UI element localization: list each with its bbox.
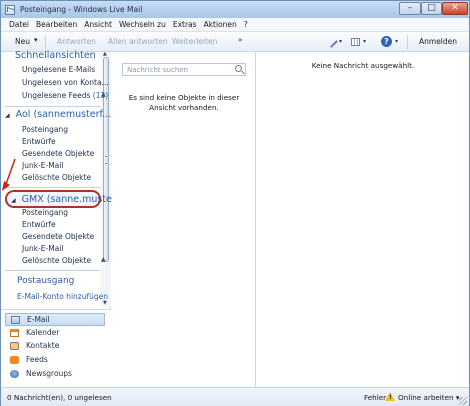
menu-bar: Datei Bearbeiten Ansicht Wechseln zu Ext… (1, 18, 469, 32)
forward-button[interactable]: Weiterleiten (172, 37, 217, 46)
reading-pane: Keine Nachricht ausgewählt. (257, 52, 469, 387)
menu-ansicht[interactable]: Ansicht (84, 20, 112, 29)
newsgroups-icon (10, 370, 19, 378)
quick-views-header[interactable]: Schnellansichten (15, 50, 96, 61)
menu-wechseln-zu[interactable]: Wechseln zu (119, 20, 166, 29)
nav-email-label: E-Mail (27, 315, 50, 324)
errors-link[interactable]: Fehler (364, 393, 386, 402)
calendar-icon (10, 329, 19, 337)
group-divider (5, 106, 101, 107)
view-grid-icon[interactable] (351, 38, 360, 46)
nav-email[interactable]: E-Mail (5, 313, 105, 326)
sidebar-item-aol-deleted[interactable]: Gelöschte Objekte (22, 173, 91, 182)
nav-contacts[interactable]: Kontakte (5, 340, 105, 353)
quick-views-title: Schnellansichten (15, 50, 96, 61)
reply-button[interactable]: Antworten (57, 37, 96, 46)
nav-calendar-label: Kalender (26, 328, 60, 337)
nav-contacts-label: Kontakte (26, 341, 60, 350)
help-dropdown-icon[interactable]: ▾ (395, 38, 398, 45)
sidebar-item-aol-sent[interactable]: Gesendete Objekte (22, 149, 94, 158)
work-online-toggle[interactable]: Online arbeiten ▾ (398, 393, 460, 402)
no-message-selected: Keine Nachricht ausgewählt. (311, 61, 415, 70)
title-bar[interactable]: Posteingang - Windows Live Mail – □ ✕ (1, 1, 469, 18)
sidebar-item-unread-contacts[interactable]: Ungelesen von Konta... (22, 78, 109, 87)
search-input[interactable]: Nachricht suchen (122, 63, 246, 76)
window-title: Posteingang - Windows Live Mail (20, 5, 143, 14)
nav-newsgroups-label: Newsgroups (26, 369, 72, 378)
nav-feeds-label: Feeds (26, 355, 48, 364)
mail-app-icon (5, 4, 15, 15)
pen-dropdown-icon[interactable]: ▾ (339, 38, 342, 45)
pen-icon[interactable] (325, 35, 338, 48)
signin-button[interactable]: Anmelden (419, 37, 457, 46)
sidebar-item-gmx-deleted[interactable]: Gelöschte Objekte (22, 256, 91, 265)
group-divider (5, 187, 101, 188)
message-count-status: 0 Nachricht(en), 0 ungelesen (7, 393, 112, 402)
contacts-icon (10, 342, 19, 350)
menu-datei[interactable]: Datei (9, 20, 29, 29)
aol-account-header[interactable]: ◢ Aol (sannemusterf... (5, 109, 111, 120)
close-button[interactable]: ✕ (442, 2, 468, 15)
sidebar-item-gmx-inbox[interactable]: Posteingang (22, 208, 68, 217)
menu-bearbeiten[interactable]: Bearbeiten (36, 20, 77, 29)
empty-list-message: Es sind keine Objekte in dieser Ansicht … (128, 93, 240, 112)
menu-help[interactable]: ? (244, 20, 248, 29)
toolbar: Neu ▾ Antworten Allen antworten Weiterle… (1, 32, 469, 52)
resize-grip-icon[interactable] (459, 397, 467, 405)
sidebar-item-gmx-drafts[interactable]: Entwürfe (22, 220, 56, 229)
app-window: Posteingang - Windows Live Mail – □ ✕ Da… (0, 0, 470, 406)
sidebar-item-unread-feeds[interactable]: Ungelesene Feeds (13) (22, 91, 108, 100)
nav-calendar[interactable]: Kalender (5, 327, 105, 340)
sidebar-item-outbox[interactable]: Postausgang (17, 276, 74, 286)
section-chevron-icon[interactable]: ▲ (101, 256, 106, 263)
section-chevron-icon[interactable]: ▲ (101, 91, 106, 98)
folder-sidebar: ▲ ▼ Schnellansichten Ungelesene E-Mails … (1, 50, 121, 387)
group-divider (5, 270, 101, 271)
toolbar-separator (407, 35, 408, 49)
bottom-navigation: E-Mail Kalender Kontakte Feeds Newsgroup… (1, 309, 111, 387)
minimize-button[interactable]: – (399, 2, 421, 15)
work-online-label: Online arbeiten (398, 393, 454, 402)
aol-account-title: Aol (sannemusterf... (15, 109, 112, 120)
collapse-icon[interactable]: ◢ (11, 197, 16, 204)
search-placeholder: Nachricht suchen (127, 66, 189, 74)
collapse-icon[interactable]: ◢ (5, 112, 10, 119)
scrollbar-thumb[interactable] (103, 57, 109, 262)
maximize-button[interactable]: □ (421, 2, 442, 15)
new-button[interactable]: Neu (15, 37, 30, 46)
warning-mark: ! (389, 394, 392, 401)
view-dropdown-icon[interactable]: ▾ (363, 38, 366, 45)
new-chevron-icon[interactable]: ▾ (34, 36, 38, 44)
sidebar-item-aol-drafts[interactable]: Entwürfe (22, 137, 56, 146)
gmx-account-header[interactable]: ◢ GMX (sanne.muste... (11, 194, 121, 205)
sidebar-item-gmx-junk[interactable]: Junk-E-Mail (22, 244, 63, 253)
sidebar-item-unread-email[interactable]: Ungelesene E-Mails (22, 65, 95, 74)
sidebar-item-aol-inbox[interactable]: Posteingang (22, 125, 68, 134)
search-icon[interactable] (235, 65, 242, 72)
toolbar-separator (45, 35, 46, 49)
menu-aktionen[interactable]: Aktionen (204, 20, 237, 29)
unread-feeds-label: Ungelesene Feeds (22, 91, 91, 100)
add-email-account-link[interactable]: E-Mail-Konto hinzufügen (17, 292, 108, 301)
nav-newsgroups[interactable]: Newsgroups (5, 368, 105, 381)
reply-all-button[interactable]: Allen antworten (108, 37, 167, 46)
menu-extras[interactable]: Extras (173, 20, 197, 29)
envelope-icon (11, 316, 20, 324)
nav-feeds[interactable]: Feeds (5, 354, 105, 367)
message-list-pane: Nachricht suchen Es sind keine Objekte i… (112, 52, 256, 387)
status-bar: 0 Nachricht(en), 0 ungelesen Fehler ! On… (1, 387, 469, 406)
more-chevron-icon[interactable]: » (238, 36, 242, 44)
sidebar-item-aol-junk[interactable]: Junk-E-Mail (22, 161, 63, 170)
sidebar-item-gmx-sent[interactable]: Gesendete Objekte (22, 232, 94, 241)
gmx-account-highlight[interactable]: ◢ GMX (sanne.muste... (5, 190, 121, 208)
rss-icon (10, 356, 19, 364)
gmx-account-title: GMX (sanne.muste... (21, 194, 121, 205)
help-icon[interactable]: ? (381, 36, 392, 47)
